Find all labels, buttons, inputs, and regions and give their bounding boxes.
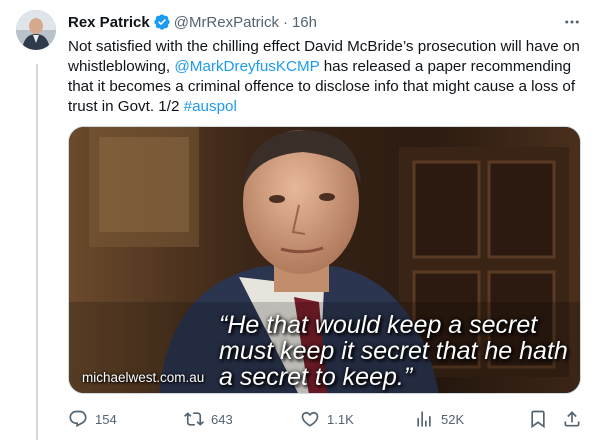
- media-quote-caption: “He that would keep a secret must keep i…: [219, 311, 568, 391]
- thread-line: [36, 64, 38, 440]
- action-bar: 154 643 1.1K 52K: [68, 407, 588, 431]
- hashtag-link[interactable]: #auspol: [184, 98, 237, 115]
- tweet-header: Rex Patrick @MrRexPatrick · 16h: [68, 12, 317, 32]
- verified-badge-icon: [153, 13, 171, 31]
- like-icon: [301, 411, 319, 427]
- bookmark-button[interactable]: [528, 407, 548, 431]
- reply-count: 154: [95, 411, 117, 427]
- retweet-icon: [184, 412, 204, 426]
- mention-link[interactable]: @MarkDreyfusKCMP: [174, 58, 319, 75]
- author-handle[interactable]: @MrRexPatrick: [174, 14, 279, 31]
- like-count: 1.1K: [327, 411, 354, 427]
- like-button[interactable]: 1.1K: [300, 407, 354, 431]
- views-button[interactable]: 52K: [414, 407, 464, 431]
- reply-icon: [69, 410, 87, 428]
- avatar[interactable]: [16, 10, 56, 50]
- share-icon: [564, 411, 580, 427]
- more-icon[interactable]: [562, 12, 582, 32]
- reply-button[interactable]: 154: [68, 407, 117, 431]
- media-watermark: michaelwest.com.au: [82, 370, 205, 385]
- views-icon: [417, 411, 431, 427]
- bookmark-icon: [531, 410, 545, 429]
- separator-dot: ·: [282, 13, 288, 31]
- media-image[interactable]: “He that would keep a secret must keep i…: [68, 126, 581, 394]
- retweet-button[interactable]: 643: [184, 407, 233, 431]
- timestamp[interactable]: 16h: [292, 14, 317, 31]
- author-name[interactable]: Rex Patrick: [68, 14, 150, 31]
- tweet-text: Not satisfied with the chilling effect D…: [68, 37, 586, 117]
- share-button[interactable]: [562, 407, 582, 431]
- views-count: 52K: [441, 411, 465, 427]
- retweet-count: 643: [211, 411, 233, 427]
